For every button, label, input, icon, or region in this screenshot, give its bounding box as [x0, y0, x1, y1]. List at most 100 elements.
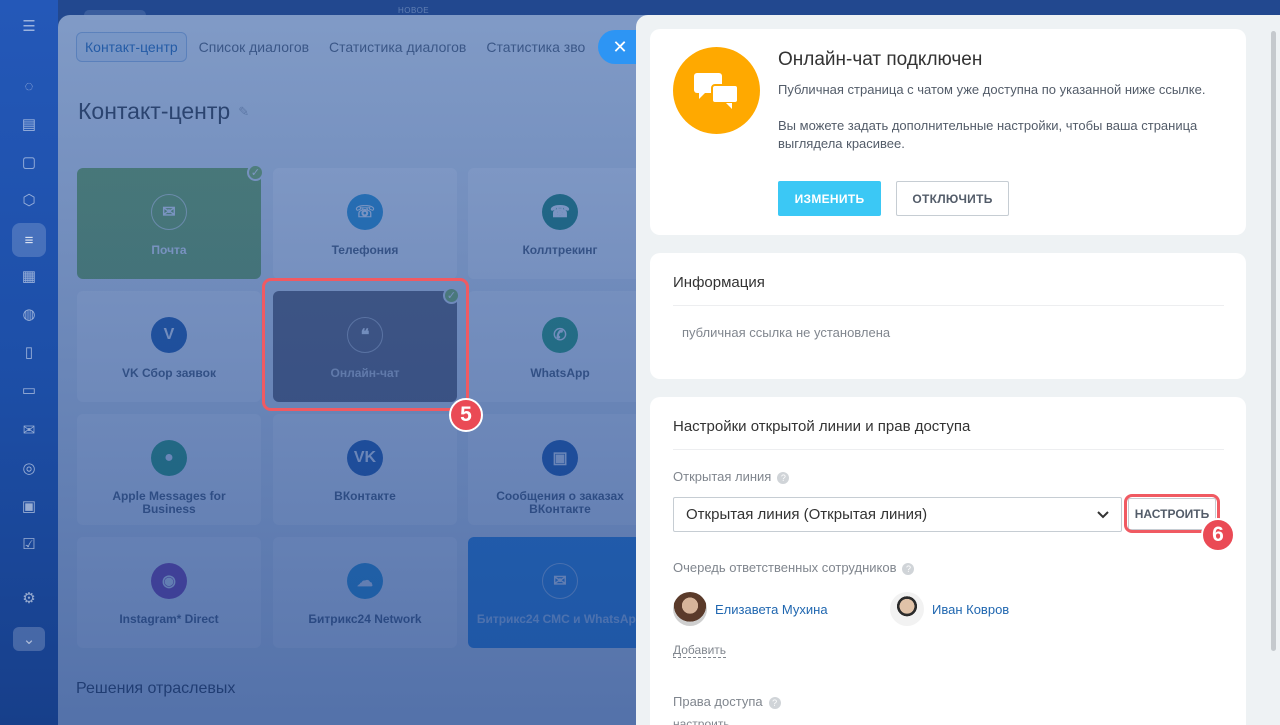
- tile-whatsapp[interactable]: ✆ WhatsApp: [468, 291, 652, 402]
- scrollbar[interactable]: [1271, 31, 1276, 651]
- help-icon[interactable]: ?: [768, 696, 781, 709]
- chat-logo: [673, 47, 760, 134]
- tile-label: WhatsApp: [530, 366, 590, 380]
- tab-call-stats[interactable]: Статистика зво: [478, 33, 593, 61]
- more-icon[interactable]: ⌄: [13, 627, 45, 651]
- step-badge-6: 6: [1201, 518, 1235, 552]
- tile-label: Apple Messages for Business: [112, 489, 226, 516]
- top-tabs: Контакт-центр Список диалогов Статистика…: [76, 32, 593, 62]
- calltracking-icon: ☎: [542, 194, 578, 230]
- highlight-online-chat: [262, 278, 469, 411]
- user-item[interactable]: Иван Ковров: [890, 592, 1009, 626]
- user-name: Елизавета Мухина: [715, 601, 828, 617]
- tab-dialog-stats[interactable]: Статистика диалогов: [321, 33, 474, 61]
- divider: [673, 449, 1224, 450]
- open-line-value: Открытая линия (Открытая линия): [686, 506, 928, 523]
- check-icon: ✓: [247, 164, 264, 181]
- tile-label: Сообщения о заказах ВКонтакте: [496, 489, 624, 516]
- tile-telephony[interactable]: ☏ Телефония: [273, 168, 457, 279]
- new-tag: НОВОЕ: [398, 6, 430, 15]
- edit-pencil-icon[interactable]: ✎: [238, 104, 249, 120]
- tile-label: Почта: [151, 243, 187, 257]
- tile-label: ВКонтакте: [334, 489, 396, 503]
- left-sidebar: ☰ ◌ ▤ ▢ ⬡ ≡ ▦ ◍ ▯ ▭ ✉ ◎ ▣ ☑ ⚙ ⌄: [0, 0, 58, 725]
- card-icon[interactable]: ▭: [17, 378, 41, 402]
- tab-contact-center[interactable]: Контакт-центр: [76, 32, 187, 62]
- open-line-label-text: Открытая линия: [673, 469, 772, 484]
- close-slider-button[interactable]: ✕: [598, 30, 640, 64]
- tile-calltracking[interactable]: ☎ Коллтрекинг: [468, 168, 652, 279]
- tile-label: Коллтрекинг: [522, 243, 598, 257]
- queue-label-text: Очередь ответственных сотрудников: [673, 560, 897, 575]
- avatar: [673, 592, 707, 626]
- avatar: [890, 592, 924, 626]
- settings-icon[interactable]: ⚙: [17, 586, 41, 610]
- cloud-icon: ☁: [347, 563, 383, 599]
- sms-icon: ✉: [542, 563, 578, 599]
- open-line-select[interactable]: Открытая линия (Открытая линия): [673, 497, 1122, 532]
- edit-button[interactable]: ИЗМЕНИТЬ: [778, 181, 881, 216]
- status-title: Онлайн-чат подключен: [778, 49, 983, 70]
- top-pill: [84, 10, 146, 20]
- tile-b24-sms[interactable]: ✉ Битрикс24 СМС и WhatsApp: [468, 537, 652, 648]
- tasks-icon[interactable]: ▤: [17, 112, 41, 136]
- vk-form-icon: V: [151, 317, 187, 353]
- status-text-1: Публичная страница с чатом уже доступна …: [778, 82, 1206, 97]
- users-icon[interactable]: ◎: [17, 456, 41, 480]
- public-link-status: публичная ссылка не установлена: [682, 325, 891, 340]
- tile-vkontakte[interactable]: VK ВКонтакте: [273, 414, 457, 525]
- robot-icon[interactable]: ◍: [17, 302, 41, 326]
- tile-label: Битрикс24 Network: [308, 612, 422, 626]
- apple-messages-icon: ●: [151, 440, 187, 476]
- disable-button[interactable]: ОТКЛЮЧИТЬ: [896, 181, 1009, 216]
- feed-icon[interactable]: ◌: [17, 74, 41, 98]
- step-badge-5: 5: [449, 398, 483, 432]
- info-title: Информация: [673, 274, 765, 291]
- board-icon[interactable]: ▣: [17, 494, 41, 518]
- tile-mail[interactable]: ✉ Почта: [77, 168, 261, 279]
- page-title-text: Контакт-центр: [78, 98, 231, 124]
- mail-icon[interactable]: ✉: [17, 418, 41, 442]
- checkbox-icon[interactable]: ☑: [17, 532, 41, 556]
- status-card: Онлайн-чат подключен Публичная страница …: [650, 29, 1246, 235]
- close-icon: ✕: [612, 36, 628, 57]
- contact-center-icon[interactable]: ≡: [12, 223, 46, 257]
- tab-dialog-list[interactable]: Список диалогов: [191, 33, 317, 61]
- tile-apple-messages[interactable]: ● Apple Messages for Business: [77, 414, 261, 525]
- instagram-icon: ◉: [151, 563, 187, 599]
- whatsapp-icon: ✆: [542, 317, 578, 353]
- settings-card: Настройки открытой линии и прав доступа …: [650, 397, 1246, 725]
- vk-bag-icon: ▣: [542, 440, 578, 476]
- open-line-label: Открытая линия?: [673, 469, 790, 484]
- document-icon[interactable]: ▯: [17, 340, 41, 364]
- page-title: Контакт-центр ✎: [78, 98, 249, 125]
- info-card: Информация публичная ссылка не установле…: [650, 253, 1246, 379]
- tile-label: VK Сбор заявок: [122, 366, 216, 380]
- queue-label: Очередь ответственных сотрудников?: [673, 560, 915, 575]
- access-configure-link[interactable]: настроить: [673, 717, 730, 725]
- calendar-icon[interactable]: ▦: [17, 264, 41, 288]
- help-icon[interactable]: ?: [777, 471, 790, 484]
- access-label-text: Права доступа: [673, 694, 763, 709]
- divider: [673, 305, 1224, 306]
- chat-icon[interactable]: ▢: [17, 150, 41, 174]
- chat-bubbles-icon: [693, 72, 739, 109]
- vk-icon: VK: [347, 440, 383, 476]
- user-name: Иван Ковров: [932, 601, 1010, 617]
- help-icon[interactable]: ?: [902, 562, 915, 575]
- section-heading: Решения отраслевых: [76, 680, 236, 697]
- tile-vk-leads[interactable]: V VK Сбор заявок: [77, 291, 261, 402]
- menu-icon[interactable]: ☰: [17, 14, 41, 38]
- user-item[interactable]: Елизавета Мухина: [673, 592, 828, 626]
- add-user-link[interactable]: Добавить: [673, 643, 727, 658]
- online-chat-slider: Онлайн-чат подключен Публичная страница …: [636, 15, 1280, 725]
- settings-title: Настройки открытой линии и прав доступа: [673, 418, 971, 435]
- tile-instagram[interactable]: ◉ Instagram* Direct: [77, 537, 261, 648]
- crm-icon[interactable]: ⬡: [17, 188, 41, 212]
- mail-icon: ✉: [151, 194, 187, 230]
- tile-b24-network[interactable]: ☁ Битрикс24 Network: [273, 537, 457, 648]
- chevron-down-icon: [1097, 510, 1109, 518]
- phone-icon: ☏: [347, 194, 383, 230]
- tile-label: Битрикс24 СМС и WhatsApp: [476, 612, 644, 626]
- tile-vk-orders[interactable]: ▣ Сообщения о заказах ВКонтакте: [468, 414, 652, 525]
